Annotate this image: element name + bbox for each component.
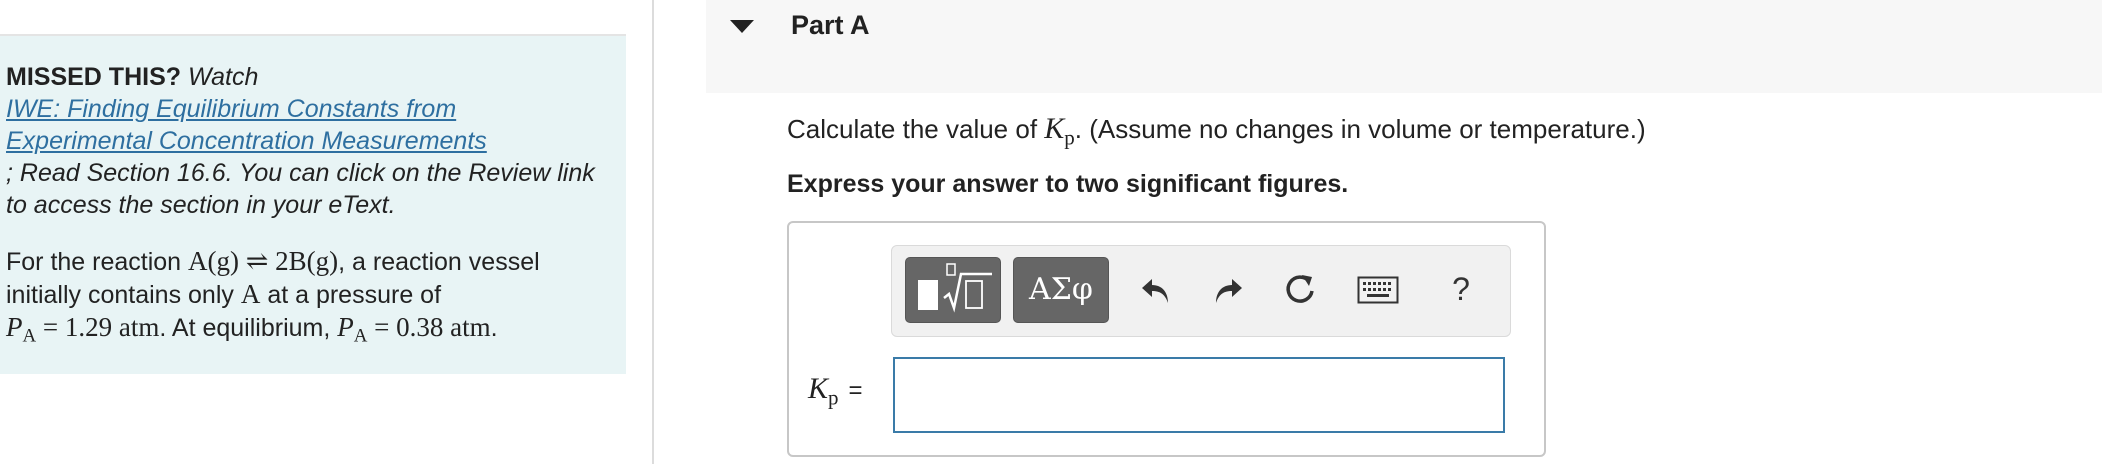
greek-symbols-button[interactable]: ΑΣφ — [1013, 257, 1109, 323]
templates-button[interactable] — [905, 257, 1001, 323]
help-button[interactable]: ? — [1439, 264, 1483, 314]
read-section-text: ; Read Section 16.6. You can click on th… — [6, 159, 595, 219]
math-toolbar: ΑΣφ ? — [891, 245, 1511, 337]
part-title[interactable]: Part A — [791, 10, 870, 41]
part-header[interactable] — [706, 0, 2102, 93]
reset-button[interactable] — [1276, 266, 1324, 314]
reaction-intro: For the reaction — [6, 248, 182, 276]
question-text: Calculate the value of Kp. (Assume no ch… — [787, 112, 1646, 150]
instruction-text: Express your answer to two significant f… — [787, 170, 1349, 198]
keyboard-button[interactable] — [1348, 266, 1408, 314]
pressure-intro: at a pressure of — [267, 281, 442, 309]
equilibrium-text: . At equilibrium, — [159, 314, 331, 342]
pa-initial-expression: PA = 1.29 atm — [6, 312, 160, 347]
reaction-equation: A(g) ⇌ 2B(g) — [188, 246, 339, 276]
reaction-paragraph: For the reaction A(g) ⇌ 2B(g), a reactio… — [6, 246, 540, 347]
collapse-caret-icon[interactable] — [730, 20, 754, 33]
video-link[interactable]: IWE: Finding Equilibrium Constants from … — [6, 93, 526, 157]
pa-equilibrium-value: 0.38 atm — [396, 312, 491, 342]
hint-watch-paragraph: MISSED THIS? Watch IWE: Finding Equilibr… — [6, 61, 612, 221]
species-a: A — [240, 279, 261, 309]
undo-button[interactable] — [1132, 266, 1180, 314]
hint-panel: MISSED THIS? Watch IWE: Finding Equilibr… — [0, 36, 626, 374]
templates-icon — [918, 263, 992, 313]
answer-label: Kp = — [808, 372, 863, 410]
pa-initial-value: 1.29 atm — [64, 312, 160, 342]
answer-input[interactable] — [893, 357, 1505, 433]
panel-divider — [652, 0, 654, 464]
undo-icon — [1142, 279, 1168, 303]
kp-symbol: Kp — [1044, 112, 1075, 150]
redo-button[interactable] — [1204, 266, 1252, 314]
keyboard-icon — [1357, 276, 1399, 304]
watch-label: Watch — [187, 63, 259, 91]
redo-icon — [1216, 279, 1242, 303]
pa-equilibrium-expression: PA = 0.38 atm — [337, 312, 491, 347]
missed-this-label: MISSED THIS? — [6, 63, 182, 91]
reset-icon — [1286, 275, 1314, 303]
